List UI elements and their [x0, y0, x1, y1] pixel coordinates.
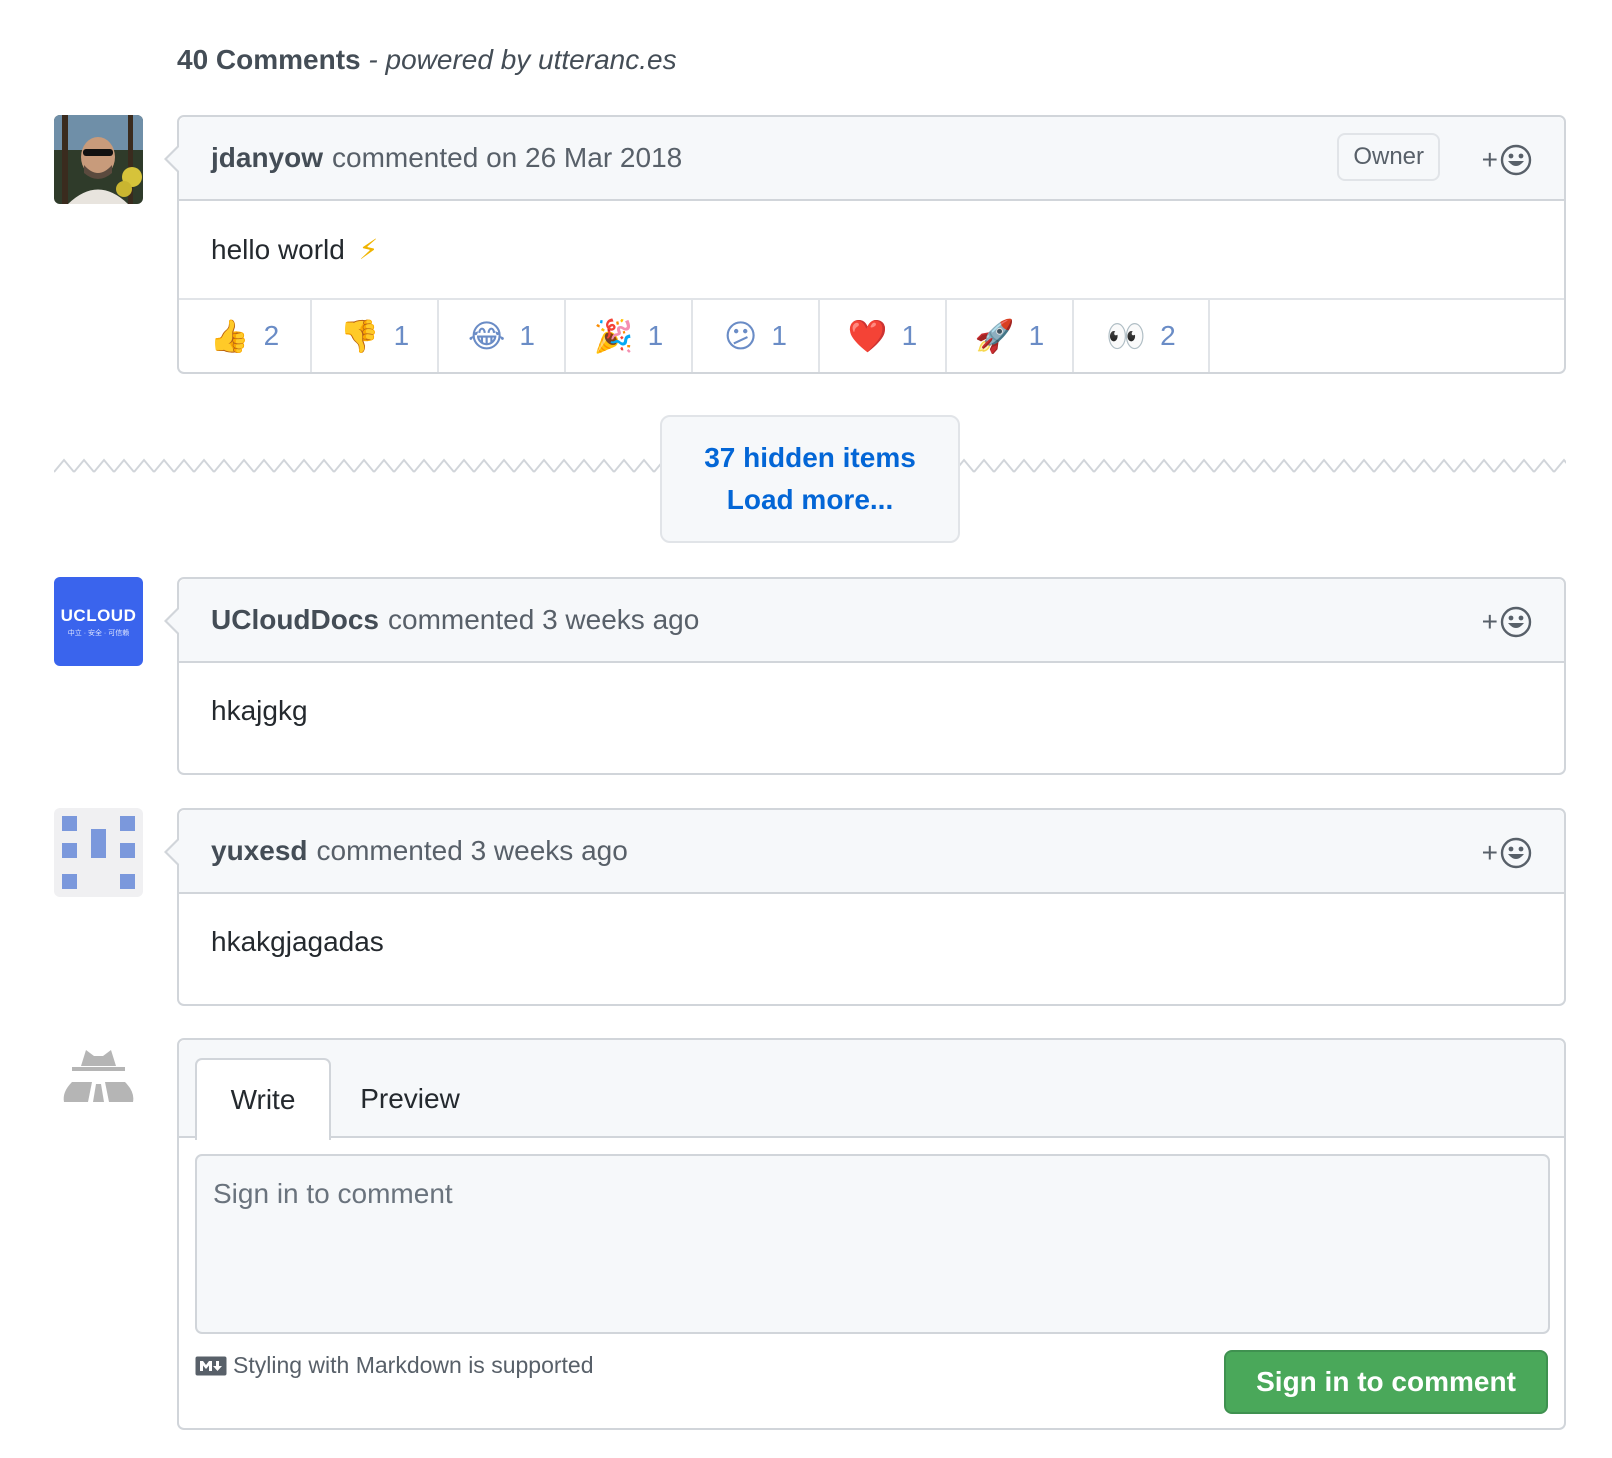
hidden-items-count: 37 hidden items: [704, 442, 916, 473]
powered-by: - powered by utteranc.es: [368, 44, 677, 75]
reaction-laugh[interactable]: 😂 1: [439, 300, 566, 372]
tab-preview[interactable]: Preview: [345, 1058, 475, 1140]
reaction-heart[interactable]: ❤️ 1: [820, 300, 947, 372]
comment-header: jdanyow commented on 26 Mar 2018 Owner +: [164, 117, 1564, 201]
editor-tabs: Write Preview: [179, 1040, 1564, 1140]
add-reaction-button[interactable]: +: [1482, 604, 1532, 640]
load-more-label: Load more...: [726, 484, 894, 515]
thumbs-down-icon: 👎: [339, 318, 380, 354]
avatar-yuxesd[interactable]: [54, 808, 143, 897]
comments-header: 40 Comments - powered by utteranc.es: [177, 44, 677, 76]
avatar-ucloud[interactable]: UCLOUD 中立 · 安全 · 可信赖: [54, 577, 143, 666]
smiley-icon: [1500, 144, 1532, 176]
anonymous-user-icon: [63, 1050, 134, 1102]
user-photo-icon: [54, 115, 143, 204]
comment-card-1: jdanyow commented on 26 Mar 2018 Owner +…: [164, 115, 1566, 374]
comment-author[interactable]: jdanyow: [211, 142, 323, 174]
eyes-icon: 👀: [1106, 318, 1147, 354]
smiley-icon: [1500, 606, 1532, 638]
markdown-note[interactable]: Styling with Markdown is supported: [195, 1352, 594, 1379]
ucloud-slogan: 中立 · 安全 · 可信赖: [67, 629, 130, 637]
comment-meta[interactable]: commented 3 weeks ago: [317, 835, 628, 867]
comment-body: hkakgjagadas: [211, 926, 384, 957]
comment-author[interactable]: yuxesd: [211, 835, 308, 867]
reaction-eyes[interactable]: 👀 2: [1074, 300, 1210, 372]
party-popper-icon: 🎉: [593, 318, 634, 354]
reaction-thumbs-down[interactable]: 👎 1: [312, 300, 439, 372]
sign-in-button[interactable]: Sign in to comment: [1224, 1350, 1548, 1414]
comment-header: UCloudDocs commented 3 weeks ago +: [164, 579, 1564, 663]
reaction-rocket[interactable]: 🚀 1: [947, 300, 1074, 372]
reaction-confused[interactable]: 😕 1: [693, 300, 820, 372]
load-more-button[interactable]: 37 hidden items Load more...: [660, 415, 960, 543]
identicon-icon: [62, 816, 135, 889]
comment-card-2: UCloudDocs commented 3 weeks ago + hkajg…: [164, 577, 1566, 775]
lightning-icon: ⚡: [358, 234, 379, 265]
avatar-jdanyow[interactable]: [54, 115, 143, 204]
avatar-anonymous: [54, 1038, 143, 1127]
comment-meta[interactable]: commented on 26 Mar 2018: [332, 142, 682, 174]
comment-body: hello world ⚡: [211, 234, 379, 265]
laugh-icon: 😂: [468, 318, 506, 354]
comment-count: 40 Comments: [177, 44, 361, 75]
confused-icon: 😕: [724, 318, 758, 354]
reaction-hooray[interactable]: 🎉 1: [566, 300, 693, 372]
heart-icon: ❤️: [847, 318, 888, 354]
comment-card-3: yuxesd commented 3 weeks ago + hkakgjaga…: [164, 808, 1566, 1006]
thumbs-up-icon: 👍: [209, 318, 250, 354]
owner-badge: Owner: [1337, 133, 1440, 181]
add-reaction-button[interactable]: +: [1482, 835, 1532, 871]
comment-header: yuxesd commented 3 weeks ago +: [164, 810, 1564, 894]
tab-write[interactable]: Write: [195, 1058, 331, 1140]
comment-body: hkajgkg: [211, 695, 308, 726]
add-reaction-button[interactable]: +: [1482, 142, 1532, 178]
markdown-icon: [195, 1356, 227, 1375]
comment-author[interactable]: UCloudDocs: [211, 604, 379, 636]
rocket-icon: 🚀: [974, 318, 1015, 354]
comment-editor: Write Preview Sign in to comment Styling…: [177, 1038, 1566, 1430]
reaction-thumbs-up[interactable]: 👍 2: [179, 300, 312, 372]
comment-meta[interactable]: commented 3 weeks ago: [388, 604, 699, 636]
ucloud-logo-text: UCLOUD: [60, 605, 137, 625]
reactions-bar: 👍 2 👎 1 😂 1 🎉 1 😕 1 ❤️ 1 🚀 1 👀 2: [179, 298, 1564, 372]
smiley-icon: [1500, 837, 1532, 869]
comment-textarea[interactable]: Sign in to comment: [195, 1154, 1550, 1334]
